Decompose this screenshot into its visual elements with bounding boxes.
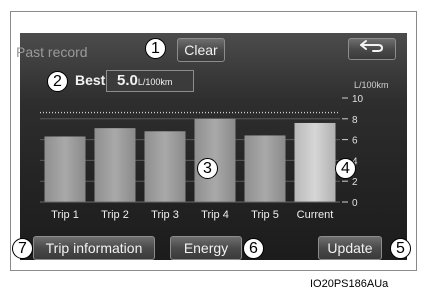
y-axis-unit: L/100km [354, 80, 389, 90]
callout-7: 7 [12, 238, 33, 259]
callout-1: 1 [145, 38, 166, 59]
best-record-box: 5.0L/100km [106, 70, 194, 92]
chart-bar [244, 135, 286, 202]
best-unit: L/100km [137, 77, 173, 87]
callout-3: 3 [197, 158, 218, 179]
update-button[interactable]: Update [318, 236, 382, 260]
y-tick-label: 10 [352, 94, 364, 105]
y-tick-label: 6 [352, 136, 358, 147]
trip-information-button[interactable]: Trip information [33, 236, 155, 260]
x-tick-label: Trip 1 [51, 209, 79, 221]
x-tick-label: Trip 3 [151, 209, 179, 221]
back-button[interactable] [348, 38, 396, 60]
energy-button[interactable]: Energy [170, 236, 242, 260]
callout-6: 6 [243, 238, 264, 259]
figure-id: IO20PS186AUa [310, 278, 389, 290]
y-tick-label: 0 [352, 198, 358, 209]
chart-bar [294, 122, 336, 202]
best-value: 5.0 [117, 72, 138, 89]
x-tick-label: Trip 2 [101, 209, 129, 221]
return-arrow-icon [360, 40, 384, 52]
clear-button[interactable]: Clear [177, 38, 225, 62]
callout-5: 5 [390, 238, 411, 259]
chart-bar [144, 131, 186, 202]
chart-bar [94, 128, 136, 202]
x-tick-label: Current [297, 209, 334, 221]
callout-4: 4 [335, 158, 356, 179]
y-tick-label: 2 [352, 177, 358, 188]
x-tick-label: Trip 4 [201, 209, 229, 221]
x-tick-label: Trip 5 [251, 209, 279, 221]
page-title: Past record [16, 44, 88, 60]
callout-2: 2 [47, 71, 68, 92]
y-tick-label: 8 [352, 115, 358, 126]
chart-bar [44, 136, 86, 202]
best-label: Best [75, 72, 106, 88]
